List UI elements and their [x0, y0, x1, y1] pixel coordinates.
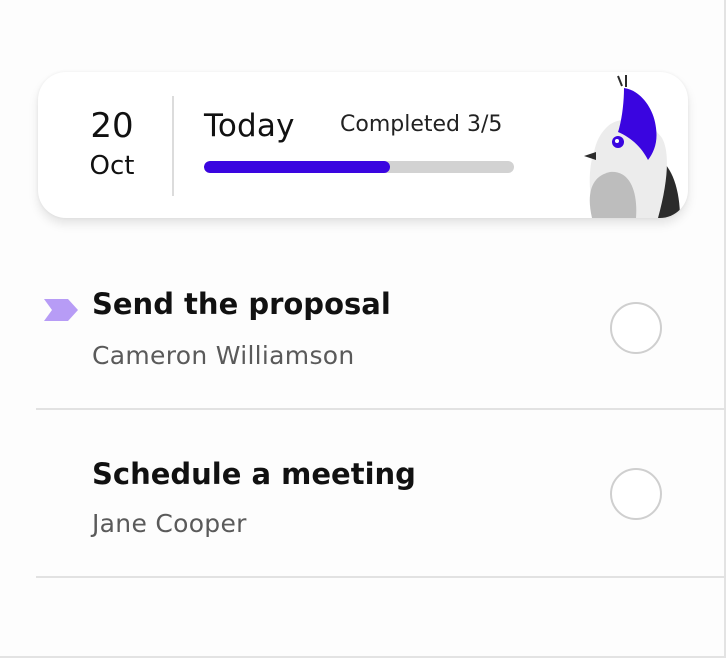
complete-task-checkbox[interactable]: [610, 302, 662, 354]
today-summary-card: 20 Oct Today Completed 3/5: [38, 72, 688, 218]
page-title: Today: [204, 108, 295, 144]
task-title: Schedule a meeting: [92, 457, 416, 491]
complete-task-checkbox[interactable]: [610, 468, 662, 520]
task-title: Send the proposal: [92, 287, 391, 321]
task-item[interactable]: Schedule a meeting Jane Cooper: [36, 412, 726, 578]
flag-icon: [44, 299, 78, 321]
bird-mascot-icon: [584, 75, 680, 218]
progress-bar: [204, 161, 514, 173]
divider: [172, 96, 174, 196]
date-day: 20: [90, 106, 134, 146]
task-assignee: Jane Cooper: [92, 509, 247, 538]
task-assignee: Cameron Williamson: [92, 341, 355, 370]
bird-crest-tuft: [617, 75, 627, 87]
task-item[interactable]: Send the proposal Cameron Williamson: [36, 244, 726, 410]
progress-bar-fill: [204, 161, 390, 173]
date-block: 20 Oct: [76, 106, 148, 184]
bird-beak: [584, 152, 596, 160]
completed-count: Completed 3/5: [340, 112, 503, 137]
app-frame: 20 Oct Today Completed 3/5 Send the prop…: [0, 0, 726, 658]
date-month: Oct: [89, 151, 135, 181]
bird-eye-highlight: [615, 139, 619, 143]
